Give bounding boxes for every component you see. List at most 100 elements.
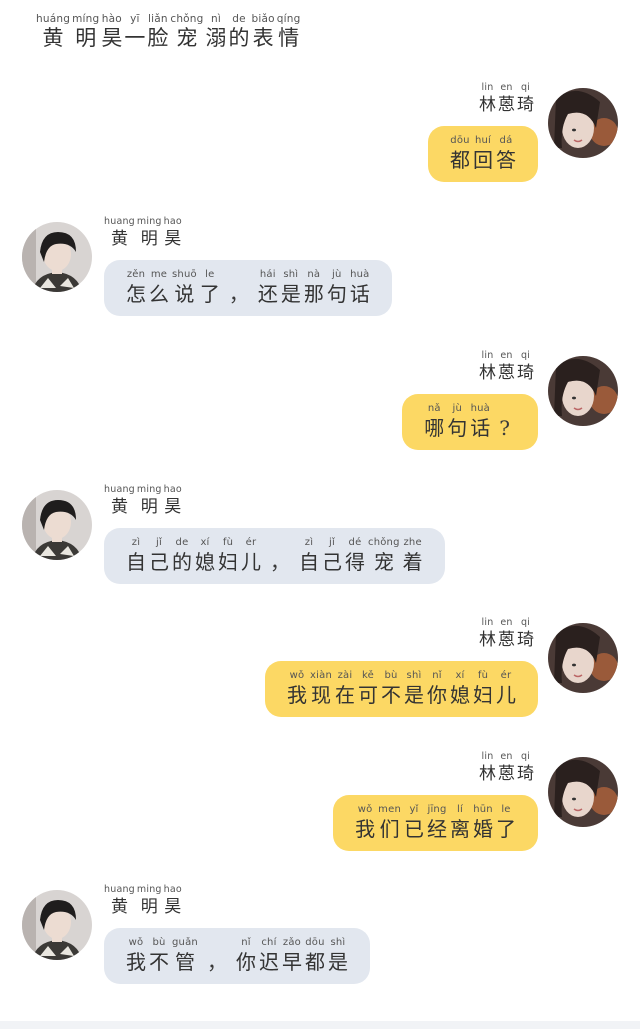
- message-char: kě 可: [358, 671, 378, 707]
- hanzi: 得: [345, 550, 365, 574]
- hanzi: 你: [235, 950, 256, 974]
- message-bubble[interactable]: wǒ 我 men 们 yǐ 已 jīng 经 lí 离 hūn 婚 le 了: [333, 795, 538, 851]
- avatar[interactable]: [548, 88, 618, 158]
- name-char: huang 黄: [104, 885, 135, 916]
- pinyin: qi: [520, 350, 531, 361]
- message-char: huí 回: [473, 136, 493, 172]
- message-char: jù 句: [447, 404, 468, 440]
- hanzi: 话: [470, 416, 491, 440]
- message-char: bù 不: [149, 937, 169, 973]
- hanzi: 都: [304, 950, 325, 974]
- hanzi: 琦: [517, 764, 534, 784]
- title-char: biǎo 表: [252, 14, 275, 49]
- hanzi: 着: [402, 550, 423, 574]
- message-char: wǒ 我: [126, 938, 146, 974]
- pinyin: xí: [455, 670, 465, 681]
- message-bubble[interactable]: zěn 怎 me 么 shuō 说 le 了 ， hái 还 shì 是 nà 那 jù 句 huà 话: [104, 260, 392, 316]
- pinyin: nǎ: [427, 403, 441, 414]
- avatar[interactable]: [22, 490, 92, 560]
- message-char: zì 自: [126, 538, 146, 573]
- message-char: hái 还: [258, 270, 278, 305]
- pinyin: jù: [332, 269, 342, 280]
- message-char: le 了: [496, 805, 516, 841]
- hanzi: 回: [473, 148, 493, 172]
- pinyin: shì: [283, 269, 299, 280]
- hanzi: 妇: [218, 550, 238, 574]
- hanzi: 句: [447, 416, 468, 440]
- message-char: me 么: [149, 269, 169, 305]
- hanzi: 可: [358, 683, 378, 707]
- sender-name: huang 黄 ming 明 hao 昊: [104, 217, 182, 248]
- avatar[interactable]: [548, 623, 618, 693]
- hanzi: 了: [496, 817, 516, 841]
- hanzi: 儿: [241, 550, 261, 574]
- pinyin: qi: [520, 617, 531, 628]
- hanzi: 蒽: [498, 363, 515, 383]
- name-char: hao 昊: [164, 885, 182, 916]
- pinyin: nǐ: [241, 937, 251, 948]
- avatar[interactable]: [548, 757, 618, 827]
- message-bubble[interactable]: wǒ 我 bù 不 guǎn 管 ， nǐ 你 chí 迟 zǎo 早 dōu 都 shì 是: [104, 928, 370, 984]
- pinyin: jǐ: [329, 537, 335, 548]
- pinyin: ming: [136, 216, 162, 227]
- pinyin: hao: [163, 216, 182, 227]
- avatar[interactable]: [22, 222, 92, 292]
- message-char: yǐ 已: [404, 804, 424, 840]
- message-char: wǒ 我: [355, 805, 375, 840]
- sender-name: huang 黄 ming 明 hao 昊: [104, 485, 182, 516]
- pinyin: ming: [136, 484, 162, 495]
- pinyin: bù: [152, 937, 166, 948]
- message-bubble[interactable]: dōu 都 huí 回 dá 答: [428, 126, 538, 182]
- message-bubble[interactable]: zì 自 jǐ 己 de 的 xí 媳 fù 妇 ér 儿 ， zì 自 jǐ 己 dé 得 chǒng 宠 zhe 着: [104, 528, 445, 584]
- pinyin: lin: [481, 82, 494, 93]
- hanzi: 黄: [42, 26, 64, 50]
- title-char: hào 昊: [101, 14, 122, 49]
- hanzi: 是: [327, 950, 348, 974]
- name-char: ming 明: [137, 217, 162, 248]
- hanzi: 句: [326, 282, 347, 306]
- hanzi: 管: [174, 950, 195, 974]
- message-char: chǒng 宠: [368, 538, 400, 574]
- pinyin: huang: [104, 484, 135, 495]
- pinyin: guǎn: [172, 937, 198, 948]
- hanzi: 黄: [110, 497, 128, 517]
- pinyin: hao: [163, 884, 182, 895]
- pinyin: lin: [481, 617, 494, 628]
- pinyin: me: [150, 269, 168, 280]
- pinyin: yǐ: [409, 804, 419, 815]
- hanzi: 己: [322, 550, 342, 574]
- pinyin: de: [175, 537, 189, 548]
- pinyin: en: [500, 617, 513, 628]
- punctuation: ，: [206, 950, 227, 974]
- avatar[interactable]: [22, 890, 92, 960]
- hanzi: 自: [299, 550, 319, 574]
- message-char: dōu 都: [450, 136, 470, 171]
- hanzi: 表: [252, 26, 274, 50]
- pinyin: hào: [101, 13, 122, 25]
- hanzi: 是: [280, 282, 301, 306]
- avatar[interactable]: [548, 356, 618, 426]
- hanzi: 我: [126, 950, 146, 974]
- name-char: lin 林: [479, 83, 496, 114]
- message-6: lin 林 en 蒽 qi 琦 wǒ 我 men 们 yǐ 已 jīng 经 lí 离 hūn 婚 le 了: [18, 752, 618, 867]
- pinyin: liǎn: [147, 13, 168, 25]
- title-char: yī 一: [124, 14, 145, 49]
- hanzi: 迟: [258, 950, 279, 974]
- pinyin: en: [500, 350, 513, 361]
- hanzi: 宠: [373, 550, 394, 574]
- message-bubble[interactable]: nǎ 哪 jù 句 huà 话?: [402, 394, 538, 450]
- hanzi: 那: [303, 282, 324, 306]
- hanzi: 情: [278, 26, 300, 50]
- pinyin: lin: [481, 751, 494, 762]
- message-bubble[interactable]: wǒ 我 xiàn 现 zài 在 kě 可 bù 不 shì 是 nǐ 你 xí 媳 fù 妇 ér 儿: [265, 661, 538, 717]
- pinyin: shì: [330, 937, 346, 948]
- pinyin: jǐ: [156, 537, 162, 548]
- pinyin: le: [205, 269, 215, 280]
- pinyin: yī: [130, 13, 140, 25]
- title-char: chǒng 宠: [170, 14, 203, 49]
- pinyin: fù: [477, 670, 489, 681]
- pinyin: xiàn: [310, 670, 332, 681]
- hanzi: 说: [174, 282, 195, 306]
- hanzi: 了: [199, 282, 220, 306]
- name-char: lin 林: [479, 618, 496, 649]
